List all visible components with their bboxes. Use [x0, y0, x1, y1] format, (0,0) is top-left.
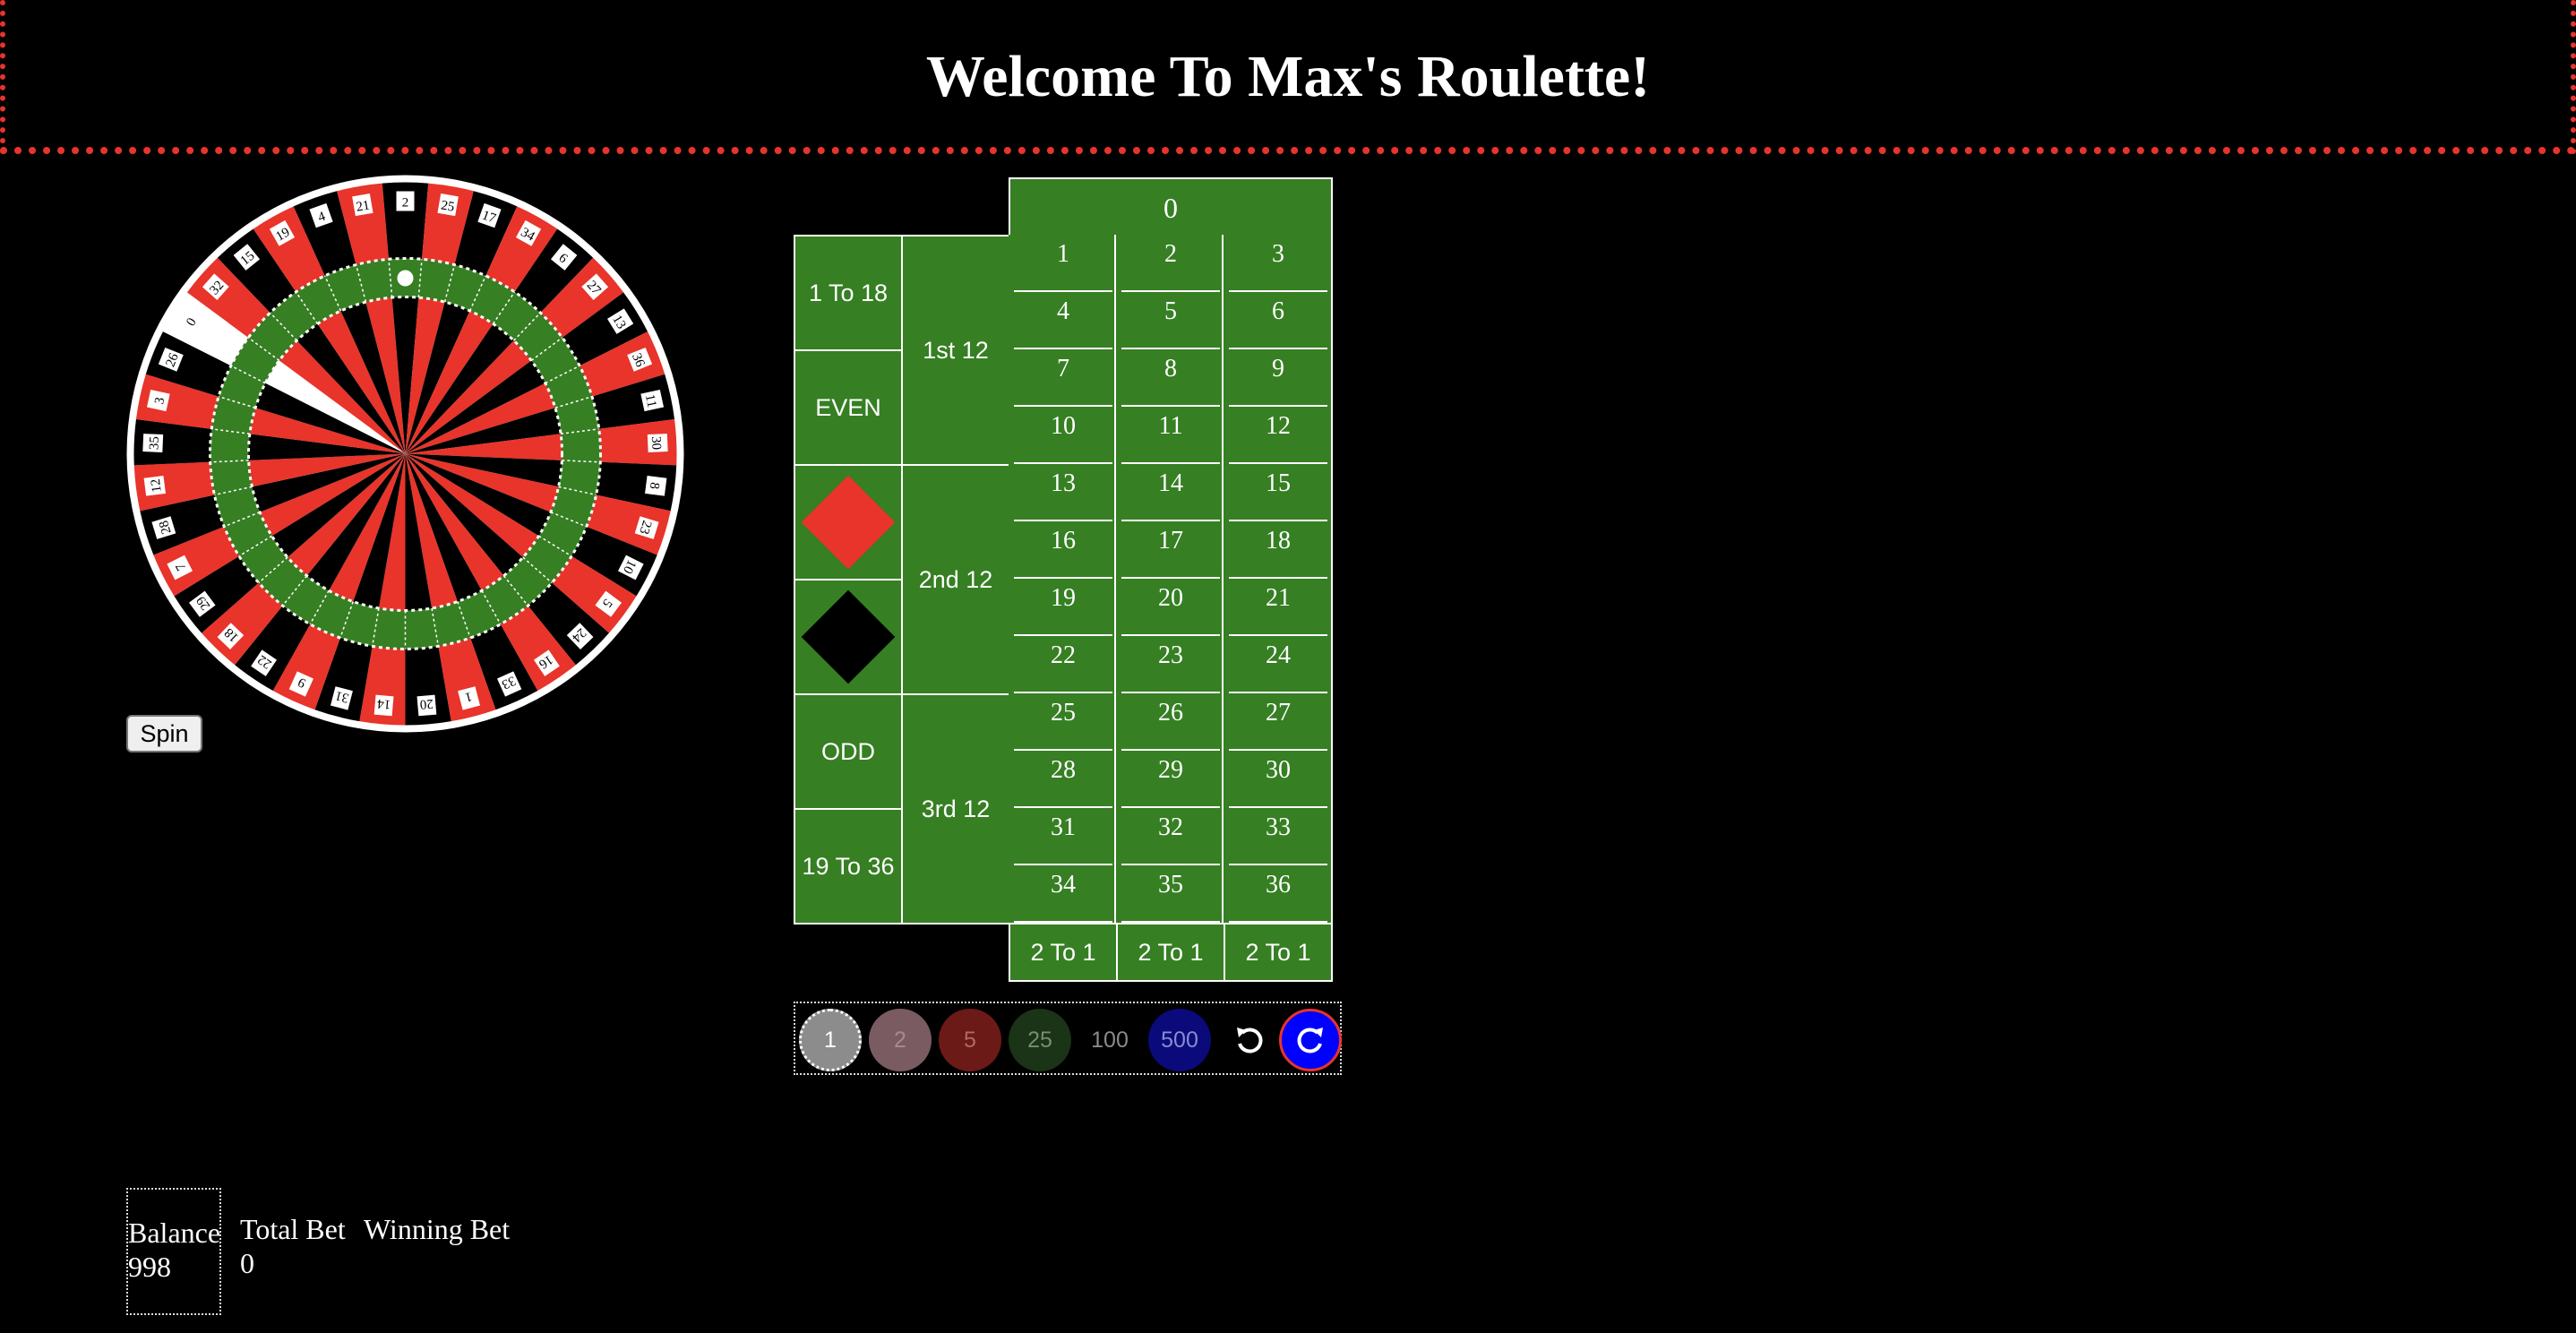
- column-divider: [1114, 235, 1116, 924]
- balance-value: 998: [128, 1251, 171, 1283]
- bet-number-22[interactable]: 22: [1014, 636, 1112, 693]
- bet-number-15[interactable]: 15: [1229, 464, 1327, 521]
- wheel-number-label: 25: [437, 194, 459, 217]
- bet-number-23[interactable]: 23: [1121, 636, 1220, 693]
- bet-number-28[interactable]: 28: [1014, 751, 1112, 808]
- bet-number-24[interactable]: 24: [1229, 636, 1327, 693]
- bet-number-36[interactable]: 36: [1229, 865, 1327, 923]
- bet-number-1[interactable]: 1: [1014, 235, 1112, 292]
- page-header: Welcome To Max's Roulette!: [0, 0, 2576, 154]
- roulette-wheel: 0 32 15 19 4 21 2 25 17 34 6 27 13 36 11 30 8 23 10 5 24 16 33…: [126, 175, 684, 733]
- bet-number-32[interactable]: 32: [1121, 808, 1220, 865]
- bet-red[interactable]: [794, 464, 903, 580]
- bet-zero[interactable]: 0: [1009, 177, 1333, 236]
- chip-25[interactable]: 25: [1009, 1009, 1071, 1071]
- wheel-number-text: 20: [419, 696, 434, 711]
- bet-number-35[interactable]: 35: [1121, 865, 1220, 923]
- wheel-number-label: 2: [396, 191, 415, 211]
- chip-1[interactable]: 1: [799, 1009, 862, 1071]
- bet-number-20[interactable]: 20: [1121, 579, 1220, 636]
- wheel-number-text: 2: [402, 196, 409, 211]
- bet-1st-12[interactable]: 1st 12: [901, 235, 1010, 466]
- bet-number-25[interactable]: 25: [1014, 693, 1112, 751]
- wheel-number-text: 12: [149, 478, 165, 494]
- wheel-number-label: 14: [374, 694, 394, 717]
- chip-selector: 1 2 5 25 100 500: [794, 1002, 1342, 1075]
- bet-number-8[interactable]: 8: [1121, 349, 1220, 407]
- chip-500[interactable]: 500: [1148, 1009, 1211, 1071]
- total-bet-label: Total Bet: [240, 1213, 346, 1245]
- bet-number-10[interactable]: 10: [1014, 407, 1112, 464]
- wheel-number-text: 25: [440, 198, 455, 214]
- roulette-ball: [397, 270, 414, 287]
- bet-number-5[interactable]: 5: [1121, 292, 1220, 349]
- total-bet-value: 0: [240, 1247, 254, 1279]
- wheel-number-text: 35: [147, 436, 162, 451]
- bet-19-to-36[interactable]: 19 To 36: [794, 808, 903, 924]
- wheel-number-label: 20: [416, 694, 437, 717]
- bet-number-16[interactable]: 16: [1014, 521, 1112, 579]
- black-diamond-icon: [801, 589, 896, 684]
- red-diamond-icon: [801, 475, 896, 570]
- bet-number-14[interactable]: 14: [1121, 464, 1220, 521]
- bet-3rd-12[interactable]: 3rd 12: [901, 693, 1010, 924]
- wheel-number-label: 21: [352, 194, 374, 217]
- bet-number-31[interactable]: 31: [1014, 808, 1112, 865]
- bet-number-9[interactable]: 9: [1229, 349, 1327, 407]
- bet-number-2[interactable]: 2: [1121, 235, 1220, 292]
- chip-100[interactable]: 100: [1078, 1009, 1141, 1071]
- bet-black[interactable]: [794, 579, 903, 695]
- balance-box: Balance 998: [126, 1188, 221, 1315]
- bet-number-30[interactable]: 30: [1229, 751, 1327, 808]
- redo-button[interactable]: [1279, 1009, 1342, 1071]
- wheel-number-text: 21: [355, 198, 370, 214]
- wheel-number-text: 30: [648, 436, 664, 451]
- bet-column-2[interactable]: 2 To 1: [1116, 923, 1225, 982]
- wheel-number-text: 14: [376, 696, 391, 711]
- bet-number-33[interactable]: 33: [1229, 808, 1327, 865]
- bet-odd[interactable]: ODD: [794, 693, 903, 810]
- undo-icon: [1237, 1028, 1263, 1054]
- spin-button[interactable]: Spin: [126, 715, 202, 752]
- roulette-wheel-graphic: 0321519421 2 25173462713361130823105241633…: [126, 175, 684, 733]
- wheel-number-label: 30: [647, 434, 668, 452]
- chip-2[interactable]: 2: [869, 1009, 932, 1071]
- bet-column-3[interactable]: 2 To 1: [1224, 923, 1333, 982]
- bet-number-4[interactable]: 4: [1014, 292, 1112, 349]
- balance-label: Balance: [128, 1217, 221, 1249]
- bet-number-27[interactable]: 27: [1229, 693, 1327, 751]
- bet-number-6[interactable]: 6: [1229, 292, 1327, 349]
- chip-5[interactable]: 5: [939, 1009, 1001, 1071]
- bet-number-18[interactable]: 18: [1229, 521, 1327, 579]
- bet-number-17[interactable]: 17: [1121, 521, 1220, 579]
- bet-number-34[interactable]: 34: [1014, 865, 1112, 923]
- bet-2nd-12[interactable]: 2nd 12: [901, 464, 1010, 695]
- undo-button[interactable]: [1218, 1009, 1281, 1071]
- page-title: Welcome To Max's Roulette!: [925, 44, 1651, 109]
- bet-even[interactable]: EVEN: [794, 349, 903, 466]
- bet-number-3[interactable]: 3: [1229, 235, 1327, 292]
- bet-number-29[interactable]: 29: [1121, 751, 1220, 808]
- bet-number-12[interactable]: 12: [1229, 407, 1327, 464]
- column-divider: [1222, 235, 1224, 924]
- bet-number-26[interactable]: 26: [1121, 693, 1220, 751]
- bet-number-21[interactable]: 21: [1229, 579, 1327, 636]
- number-grid: 1 2 3 4 5 6 7 8 9 10 11 12 13 14 15 16 17 18 19 20 21 22 23 24 2…: [1009, 235, 1333, 924]
- bet-column-1[interactable]: 2 To 1: [1009, 923, 1118, 982]
- bet-number-7[interactable]: 7: [1014, 349, 1112, 407]
- wheel-number-label: 35: [142, 434, 164, 452]
- redo-icon: [1297, 1028, 1323, 1054]
- winning-bet-label: Winning Bet: [364, 1213, 511, 1245]
- wheel-number-label: 12: [143, 476, 166, 496]
- bet-number-13[interactable]: 13: [1014, 464, 1112, 521]
- bet-number-11[interactable]: 11: [1121, 407, 1220, 464]
- wheel-number-label: 8: [645, 476, 667, 496]
- bet-number-19[interactable]: 19: [1014, 579, 1112, 636]
- bet-1-to-18[interactable]: 1 To 18: [794, 235, 903, 351]
